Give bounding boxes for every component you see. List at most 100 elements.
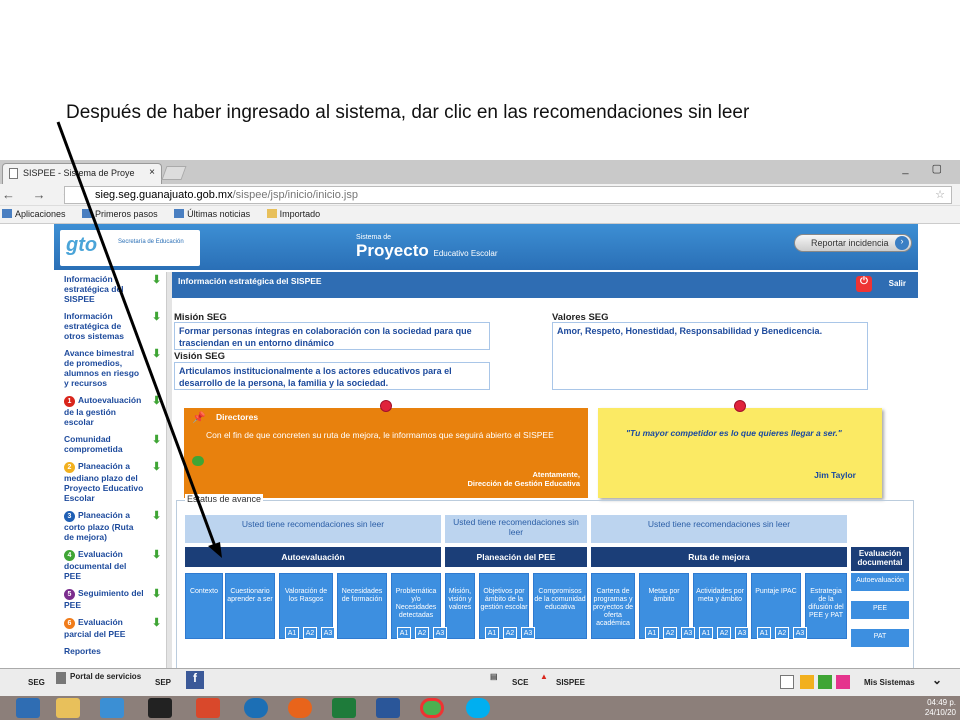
green-arrow-icon[interactable]: ⬇	[152, 550, 162, 561]
quote-text: "Tu mayor competidor es lo que quieres l…	[626, 428, 842, 438]
sidebar-item[interactable]: 4 Evaluación documental del PEE ⬇	[54, 547, 166, 586]
star-icon[interactable]: ☆	[935, 188, 945, 201]
unread-recommendations-link-ruta[interactable]: Usted tiene recomendaciones sin leer	[591, 515, 847, 543]
bookmark-ultimas-noticias[interactable]: Últimas noticias	[174, 209, 250, 219]
phase-sub-button[interactable]: A3	[521, 627, 535, 639]
window-controls[interactable]: _ ▢	[902, 162, 952, 175]
eval-pat[interactable]: PAT	[851, 629, 909, 647]
bookmark-importado[interactable]: Importado	[266, 209, 320, 219]
unread-recommendations-link-autoevaluacion[interactable]: Usted tiene recomendaciones sin leer	[185, 515, 441, 543]
phase-sub-button[interactable]: A2	[415, 627, 429, 639]
app-icon[interactable]	[100, 698, 124, 718]
bookmark-primeros-pasos[interactable]: Primeros pasos	[82, 209, 158, 219]
step-number-icon: 2	[64, 462, 75, 473]
status-cell[interactable]: Necesidades de formación	[337, 573, 387, 639]
phase-sub-button[interactable]: A2	[303, 627, 317, 639]
phase-sub-button[interactable]: A3	[433, 627, 447, 639]
sidebar-item[interactable]: Información estratégica del SISPEE ⬇	[54, 272, 166, 309]
camera-icon[interactable]	[148, 698, 172, 718]
theme-swatch-pink[interactable]	[836, 675, 850, 689]
vision-label: Visión SEG	[174, 351, 226, 362]
green-arrow-icon[interactable]: ⬇	[152, 312, 162, 323]
system-clock[interactable]: 04:49 p. 24/10/20	[925, 698, 956, 718]
eval-pee[interactable]: PEE	[851, 601, 909, 619]
sidebar-item[interactable]: 3 Planeación a corto plazo (Ruta de mejor…	[54, 508, 166, 547]
phase-sub-button[interactable]: A1	[699, 627, 713, 639]
power-icon[interactable]: ⏻	[856, 276, 872, 292]
phase-sub-button[interactable]: A1	[285, 627, 299, 639]
phase-sub-button[interactable]: A1	[757, 627, 771, 639]
phase-sub-button[interactable]: A2	[663, 627, 677, 639]
url-host: sieg.seg.guanajuato.gob.mx	[95, 189, 233, 201]
phase-sub-button[interactable]: A2	[775, 627, 789, 639]
phase-sub-button[interactable]: A3	[735, 627, 749, 639]
sidebar-item[interactable]: Comunidad comprometida ⬇	[54, 432, 166, 459]
tab-title: SISPEE - Sistema de Proye	[23, 168, 135, 178]
sidebar-item[interactable]: Información estratégica de otros sistema…	[54, 309, 166, 346]
theme-swatch-green[interactable]	[818, 675, 832, 689]
hp-icon[interactable]	[244, 698, 268, 718]
unread-recommendations-link-planeacion[interactable]: Usted tiene recomendaciones sin leer	[445, 515, 587, 543]
logout-link[interactable]: Salir	[889, 279, 906, 288]
phase-sub-button[interactable]: A3	[321, 627, 335, 639]
status-cell[interactable]: Misión, visión y valores	[445, 573, 475, 639]
my-systems-button[interactable]: Mis Sistemas	[864, 678, 915, 687]
skype-icon[interactable]	[466, 698, 490, 718]
status-cell[interactable]: Estrategia de la difusión del PEE y PAT	[805, 573, 847, 639]
url-field[interactable]: sieg.seg.guanajuato.gob.mx/sispee/jsp/in…	[64, 186, 952, 204]
browser-tab[interactable]: SISPEE - Sistema de Proye ×	[2, 163, 162, 184]
new-tab-button[interactable]	[161, 166, 187, 180]
phase-sub-button[interactable]: A2	[503, 627, 517, 639]
green-arrow-icon[interactable]: ⬇	[152, 511, 162, 522]
green-arrow-icon[interactable]: ⬇	[152, 589, 162, 600]
eval-autoevaluacion[interactable]: Autoevaluación	[851, 573, 909, 591]
green-arrow-icon[interactable]: ⬇	[152, 435, 162, 446]
green-arrow-icon[interactable]: ⬇	[152, 396, 162, 407]
ie-icon[interactable]	[16, 698, 40, 718]
sidebar-item[interactable]: 2 Planeación a mediano plazo del Proyecto…	[54, 459, 166, 508]
phase-sub-button[interactable]: A1	[397, 627, 411, 639]
theme-swatch-yellow[interactable]	[800, 675, 814, 689]
word-icon[interactable]	[376, 698, 400, 718]
sidebar-item[interactable]: Reportes	[54, 644, 166, 661]
signature-line1: Atentamente,	[532, 470, 580, 479]
portal-footer-bar: SEG Portal de servicios SEP f ▤ SCE ▲ SI…	[0, 668, 960, 696]
sidebar-item[interactable]: Avance bimestral de promedios, alumnos e…	[54, 346, 166, 393]
report-incident-button[interactable]: Reportar incidencia ›	[794, 234, 912, 252]
phase-sub-button[interactable]: A3	[793, 627, 807, 639]
sidebar-item[interactable]: 5 Seguimiento del PEE ⬇	[54, 586, 166, 615]
phase-sub-button[interactable]: A2	[717, 627, 731, 639]
news-icon	[174, 209, 185, 218]
sidebar-menu: Información estratégica del SISPEE ⬇ Infor…	[54, 272, 166, 668]
bookmark-apps[interactable]: Aplicaciones	[2, 209, 66, 219]
sispee-link[interactable]: SISPEE	[556, 678, 585, 687]
excel-icon[interactable]	[332, 698, 356, 718]
firefox-icon[interactable]	[288, 698, 312, 718]
explorer-icon[interactable]	[56, 698, 80, 718]
status-cell[interactable]: Compromisos de la comunidad educativa	[533, 573, 587, 639]
tab-bar: SISPEE - Sistema de Proye × _ ▢	[0, 160, 960, 184]
status-cell[interactable]: Cuestionario aprender a ser	[225, 573, 275, 639]
facebook-icon[interactable]: f	[186, 671, 204, 689]
portal-link[interactable]: Portal de servicios	[70, 672, 141, 681]
paint-icon[interactable]	[196, 698, 220, 718]
theme-swatch-white[interactable]	[780, 675, 794, 689]
sidebar-item-label: Seguimiento del PEE	[64, 588, 144, 610]
status-cell[interactable]: Contexto	[185, 573, 223, 639]
green-arrow-icon[interactable]: ⬇	[152, 618, 162, 629]
gto-logo[interactable]: gto Secretaría de Educación	[60, 230, 200, 266]
phase-sub-button[interactable]: A1	[485, 627, 499, 639]
sce-link[interactable]: SCE	[512, 678, 528, 687]
phase-sub-button[interactable]: A3	[681, 627, 695, 639]
green-arrow-icon[interactable]: ⬇	[152, 462, 162, 473]
chrome-icon[interactable]	[420, 698, 444, 718]
sidebar-item[interactable]: 1 Autoevaluación de la gestión escolar ⬇	[54, 393, 166, 432]
green-arrow-icon[interactable]: ⬇	[152, 349, 162, 360]
green-arrow-icon[interactable]: ⬇	[152, 275, 162, 286]
phase-sub-button[interactable]: A1	[645, 627, 659, 639]
sidebar-item[interactable]: 6 Evaluación parcial del PEE ⬇	[54, 615, 166, 644]
expand-icon[interactable]	[192, 456, 204, 466]
chevron-down-icon[interactable]: ⌄	[932, 673, 942, 687]
status-cell[interactable]: Cartera de programas y proyectos de ofer…	[591, 573, 635, 639]
tab-close-icon[interactable]: ×	[149, 167, 155, 178]
